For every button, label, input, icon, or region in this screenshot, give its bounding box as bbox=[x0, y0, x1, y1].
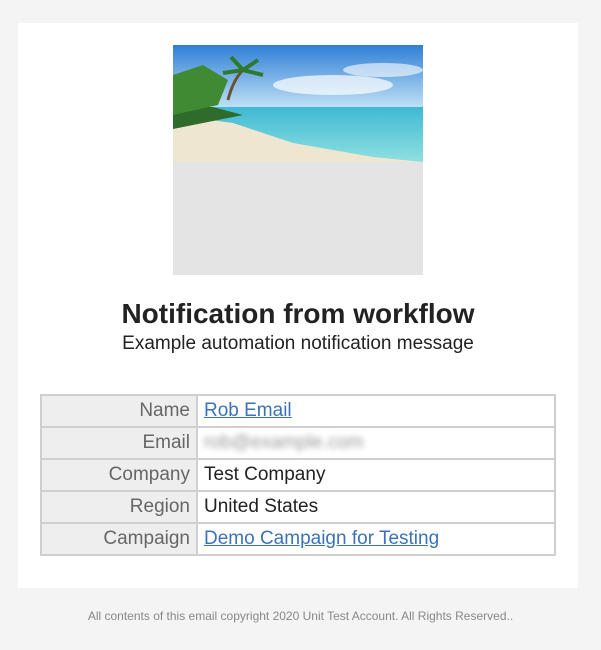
email-card: Notification from workflow Example autom… bbox=[18, 23, 578, 588]
row-value-name: Rob Email bbox=[196, 394, 556, 428]
table-row: Name Rob Email bbox=[40, 394, 556, 428]
page-title: Notification from workflow bbox=[121, 298, 475, 329]
row-value-campaign: Demo Campaign for Testing bbox=[196, 522, 556, 556]
footer-copyright: All contents of this email copyright 202… bbox=[87, 609, 514, 623]
table-row: Region United States bbox=[40, 490, 556, 524]
table-row: Company Test Company bbox=[40, 458, 556, 492]
details-table: Name Rob Email Email rob@example.com Com… bbox=[40, 394, 556, 556]
campaign-link[interactable]: Demo Campaign for Testing bbox=[204, 528, 439, 549]
table-row: Campaign Demo Campaign for Testing bbox=[40, 522, 556, 556]
row-value-company: Test Company bbox=[196, 458, 556, 492]
email-value-blurred: rob@example.com bbox=[204, 432, 364, 453]
page-subtitle: Example automation notification message bbox=[122, 333, 474, 354]
hero-image bbox=[173, 45, 423, 275]
row-label-campaign: Campaign bbox=[40, 522, 198, 556]
table-row: Email rob@example.com bbox=[40, 426, 556, 460]
row-label-name: Name bbox=[40, 394, 198, 428]
name-link[interactable]: Rob Email bbox=[204, 400, 292, 421]
beach-image bbox=[173, 45, 423, 275]
row-label-company: Company bbox=[40, 458, 198, 492]
row-label-region: Region bbox=[40, 490, 198, 524]
row-value-email: rob@example.com bbox=[196, 426, 556, 460]
row-label-email: Email bbox=[40, 426, 198, 460]
row-value-region: United States bbox=[196, 490, 556, 524]
